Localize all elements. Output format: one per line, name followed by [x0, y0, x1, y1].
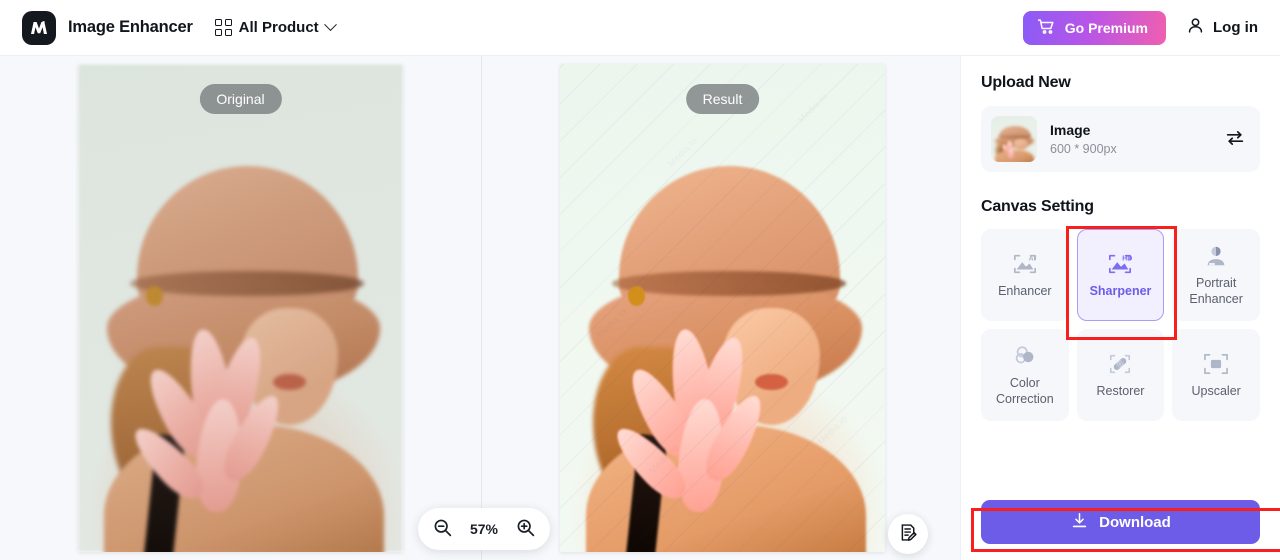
app-header: Image Enhancer All Product Go Premium Lo… — [0, 0, 1280, 56]
feedback-edit-icon — [898, 522, 919, 546]
settings-panel: Upload New Image 600 * 900px Canvas Sett… — [960, 56, 1280, 560]
original-image — [78, 64, 403, 552]
app-root: Image Enhancer All Product Go Premium Lo… — [0, 0, 1280, 560]
tool-portrait-enhancer[interactable]: Portrait Enhancer — [1172, 229, 1260, 321]
original-image-frame[interactable]: Original — [78, 64, 403, 552]
go-premium-button[interactable]: Go Premium — [1022, 10, 1166, 45]
result-image-frame[interactable]: Media.io Media.io Media.io Media.io Medi… — [560, 64, 885, 552]
tool-label: Color Correction — [995, 376, 1054, 406]
color-circles-icon — [1012, 343, 1038, 369]
login-button[interactable]: Log in — [1186, 16, 1258, 39]
download-icon — [1070, 511, 1089, 534]
logo-m-icon[interactable] — [22, 10, 56, 45]
upload-file-size: 600 * 900px — [1050, 142, 1117, 156]
tool-label: Upscaler — [1191, 383, 1241, 398]
tool-grid: AI Enhancer HD Sharpener Portrait Enhanc… — [981, 229, 1260, 421]
zoom-control: 57% — [418, 508, 550, 550]
original-label: Original — [199, 84, 282, 114]
image-thumbnail — [991, 116, 1037, 162]
zoom-in-icon — [515, 517, 536, 541]
bandage-icon — [1107, 351, 1133, 377]
tool-restorer[interactable]: Restorer — [1076, 329, 1165, 421]
upload-section-title: Upload New — [981, 74, 1071, 91]
hd-image-icon: HD — [1106, 251, 1134, 277]
tool-label: Restorer — [1096, 383, 1145, 398]
header-actions: Go Premium Log in — [1022, 10, 1258, 45]
upload-meta: Image 600 * 900px — [1050, 122, 1117, 156]
tool-sharpener[interactable]: HD Sharpener — [1076, 229, 1165, 321]
all-product-menu[interactable]: All Product — [214, 18, 337, 36]
tool-enhancer[interactable]: AI Enhancer — [981, 229, 1069, 321]
grid-icon — [214, 19, 232, 36]
zoom-out-button[interactable] — [432, 517, 453, 541]
download-button[interactable]: Download — [981, 500, 1260, 544]
upload-file-name: Image — [1050, 122, 1091, 138]
uploaded-image-card[interactable]: Image 600 * 900px — [981, 106, 1260, 172]
tool-upscaler[interactable]: Upscaler — [1172, 329, 1260, 421]
go-premium-label: Go Premium — [1064, 19, 1148, 36]
tool-label: Enhancer — [998, 283, 1052, 298]
tool-label: Sharpener — [1089, 283, 1152, 298]
canvas-workspace: Original Media.io Media.io Media.io Medi… — [0, 56, 960, 560]
result-image — [560, 64, 885, 552]
cart-icon — [1037, 17, 1056, 39]
result-label: Result — [685, 84, 760, 114]
tool-label: Portrait Enhancer — [1189, 276, 1243, 306]
swap-icon — [1224, 127, 1246, 152]
canvas-section-title: Canvas Setting — [981, 198, 1094, 215]
user-icon — [1186, 16, 1205, 39]
tool-color-correction[interactable]: Color Correction — [981, 329, 1069, 421]
ai-image-icon: AI — [1011, 251, 1039, 277]
svg-text:HD: HD — [1123, 256, 1133, 263]
all-product-label: All Product — [238, 19, 319, 36]
zoom-level-value: 57% — [469, 521, 499, 537]
feedback-button[interactable] — [888, 514, 928, 554]
login-label: Log in — [1213, 19, 1258, 36]
upscale-icon — [1202, 351, 1230, 377]
chevron-down-icon — [323, 18, 337, 32]
zoom-in-button[interactable] — [515, 517, 536, 541]
zoom-out-icon — [432, 517, 453, 541]
canvas-divider — [481, 56, 482, 560]
download-label: Download — [1099, 513, 1171, 531]
page-title: Image Enhancer — [68, 18, 193, 36]
svg-text:AI: AI — [1029, 256, 1036, 263]
swap-image-button[interactable] — [1224, 127, 1246, 152]
portrait-icon — [1203, 243, 1229, 269]
